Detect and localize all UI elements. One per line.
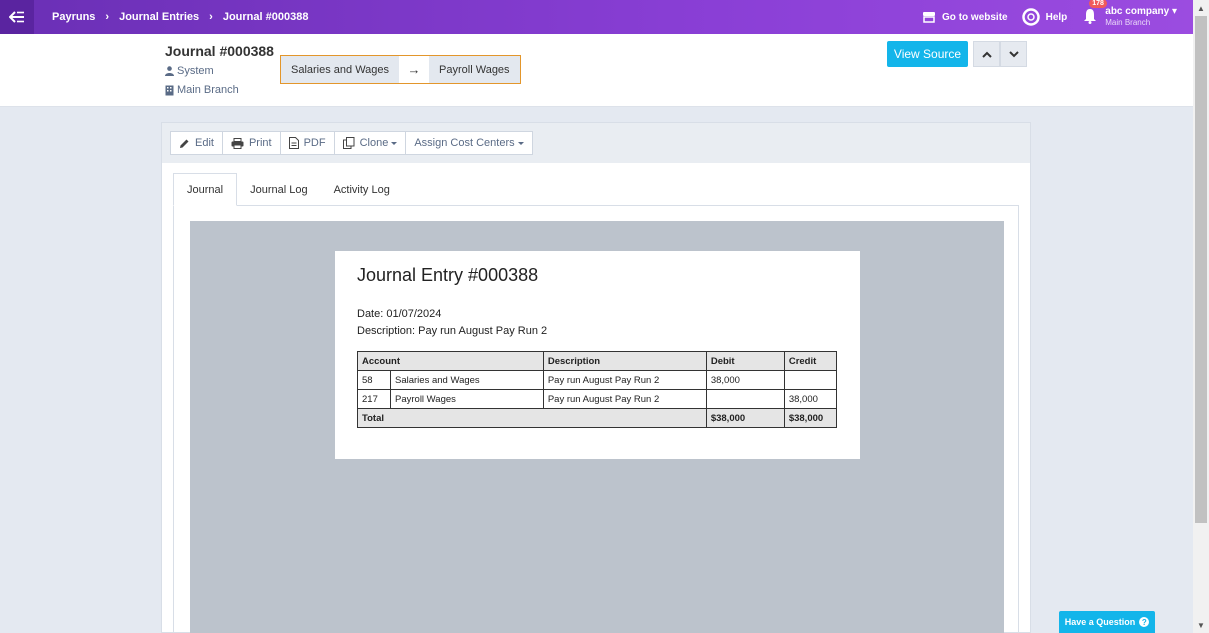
- action-toolbar: Edit Print PDF Clone Assign Cost Centers: [162, 123, 1030, 163]
- notifications-button[interactable]: 178: [1083, 0, 1107, 27]
- clone-dropdown[interactable]: Clone: [333, 131, 407, 155]
- back-menu-icon: [9, 11, 24, 23]
- edit-button[interactable]: Edit: [170, 131, 223, 155]
- scroll-up-arrow-icon[interactable]: ▲: [1193, 0, 1209, 16]
- view-source-button[interactable]: View Source: [887, 41, 968, 67]
- print-label: Print: [248, 137, 272, 149]
- tab-journal[interactable]: Journal: [173, 173, 238, 206]
- debit-cell: 38,000: [705, 370, 785, 390]
- go-to-website-link[interactable]: Go to website: [922, 11, 1008, 23]
- breadcrumb-current: Journal #000388: [222, 11, 309, 23]
- tab-journal-log[interactable]: Journal Log: [237, 173, 321, 206]
- pdf-button[interactable]: PDF: [279, 131, 335, 155]
- page-title: Journal #000388: [165, 43, 274, 59]
- previous-record-button[interactable]: [973, 41, 1000, 67]
- chevron-down-icon: ▾: [1171, 6, 1177, 17]
- total-label-cell: Total: [357, 408, 707, 428]
- description-cell: Pay run August Pay Run 2: [542, 389, 707, 409]
- credit-cell: [783, 370, 838, 390]
- credit-cell: 38,000: [783, 389, 838, 409]
- debit-cell: [705, 389, 785, 409]
- copy-icon: [342, 137, 355, 149]
- breadcrumb-separator-icon: ›: [209, 11, 213, 23]
- edit-label: Edit: [195, 137, 214, 149]
- pencil-icon: [180, 139, 189, 148]
- caret-down-icon: [391, 141, 398, 145]
- total-debit-cell: $38,000: [705, 408, 785, 428]
- tab-content: Journal Entry #000388 Date: 01/07/2024 D…: [173, 206, 1019, 633]
- help-label: Help: [1045, 11, 1068, 23]
- account-code-cell: 217: [357, 389, 391, 409]
- menu-toggle-button[interactable]: [0, 0, 34, 34]
- breadcrumb-separator-icon: ›: [105, 11, 110, 23]
- chevron-down-icon: [1008, 50, 1019, 57]
- building-icon: [165, 85, 174, 95]
- user-icon: [165, 66, 174, 76]
- top-right-actions: Go to website Help 178 abc company ▾ Mai…: [908, 0, 1177, 34]
- arrow-right-icon: →: [407, 62, 421, 77]
- journal-panel: Edit Print PDF Clone Assign Cost Centers…: [161, 122, 1031, 633]
- document-date: Date: 01/07/2024: [357, 308, 442, 320]
- account-code-cell: 58: [357, 370, 391, 390]
- question-mark-icon: ?: [1139, 617, 1150, 627]
- bell-icon: [1084, 8, 1097, 24]
- clone-label: Clone: [359, 137, 389, 149]
- created-by: System: [165, 65, 214, 77]
- journal-table: Account Description Debit Credit 58 Sala…: [357, 351, 838, 428]
- next-record-button[interactable]: [1000, 41, 1027, 67]
- company-name: abc company: [1105, 6, 1170, 17]
- account-name-cell: Payroll Wages: [390, 389, 544, 409]
- account-flow: Salaries and Wages → Payroll Wages: [280, 55, 521, 84]
- printer-icon: [231, 137, 244, 149]
- company-branch: Main Branch: [1105, 18, 1151, 27]
- caret-down-icon: [517, 141, 524, 145]
- column-header-account: Account: [357, 351, 544, 371]
- total-credit-cell: $38,000: [783, 408, 838, 428]
- column-header-description: Description: [542, 351, 707, 371]
- breadcrumb-journal-entries[interactable]: Journal Entries: [119, 11, 199, 23]
- document-title: Journal Entry #000388: [357, 265, 539, 285]
- store-icon: [923, 12, 936, 23]
- notification-count-badge: 178: [1089, 0, 1107, 8]
- lifebuoy-icon: [1021, 8, 1040, 26]
- have-a-question-button[interactable]: Have a Question ?: [1059, 611, 1155, 633]
- assign-cost-centers-dropdown[interactable]: Assign Cost Centers: [405, 131, 533, 155]
- document-description: Description: Pay run August Pay Run 2: [357, 325, 548, 337]
- print-button[interactable]: Print: [221, 131, 281, 155]
- scrollbar-thumb[interactable]: [1195, 16, 1207, 523]
- help-link[interactable]: Help: [1021, 8, 1068, 26]
- column-header-debit: Debit: [705, 351, 785, 371]
- have-a-question-label: Have a Question: [1064, 617, 1136, 627]
- branch-label: Main Branch: [177, 84, 239, 96]
- chevron-up-icon: [981, 51, 992, 58]
- journal-document: Journal Entry #000388 Date: 01/07/2024 D…: [335, 251, 860, 459]
- tab-bar: Journal Journal Log Activity Log: [173, 173, 1019, 206]
- tab-activity-log[interactable]: Activity Log: [321, 173, 403, 206]
- account-name-cell: Salaries and Wages: [390, 370, 544, 390]
- record-navigation: [973, 41, 1027, 67]
- table-row: 58 Salaries and Wages Pay run August Pay…: [357, 370, 838, 390]
- page-header: Journal #000388 System Main Branch Salar…: [0, 34, 1193, 107]
- assign-cost-centers-label: Assign Cost Centers: [414, 137, 515, 149]
- created-by-label: System: [177, 65, 214, 77]
- pdf-label: PDF: [303, 137, 326, 149]
- scroll-down-arrow-icon[interactable]: ▼: [1193, 617, 1209, 633]
- go-to-website-label: Go to website: [942, 11, 1008, 23]
- total-row: Total $38,000 $38,000: [357, 408, 838, 428]
- breadcrumb-payruns[interactable]: Payruns: [52, 11, 95, 23]
- column-header-credit: Credit: [783, 351, 838, 371]
- flow-from-account[interactable]: Salaries and Wages: [281, 56, 400, 83]
- description-cell: Pay run August Pay Run 2: [542, 370, 707, 390]
- page-scrollbar[interactable]: ▲ ▼: [1193, 0, 1209, 633]
- table-header-row: Account Description Debit Credit: [357, 351, 838, 371]
- flow-to-account[interactable]: Payroll Wages: [429, 56, 520, 83]
- breadcrumb: Payruns › Journal Entries › Journal #000…: [52, 0, 308, 34]
- document-icon: [288, 137, 299, 149]
- company-switcher[interactable]: abc company ▾ Main Branch: [1105, 6, 1177, 28]
- document-preview: Journal Entry #000388 Date: 01/07/2024 D…: [190, 221, 1004, 633]
- top-navigation-bar: Payruns › Journal Entries › Journal #000…: [0, 0, 1193, 34]
- table-row: 217 Payroll Wages Pay run August Pay Run…: [357, 389, 838, 409]
- branch-link[interactable]: Main Branch: [165, 84, 239, 96]
